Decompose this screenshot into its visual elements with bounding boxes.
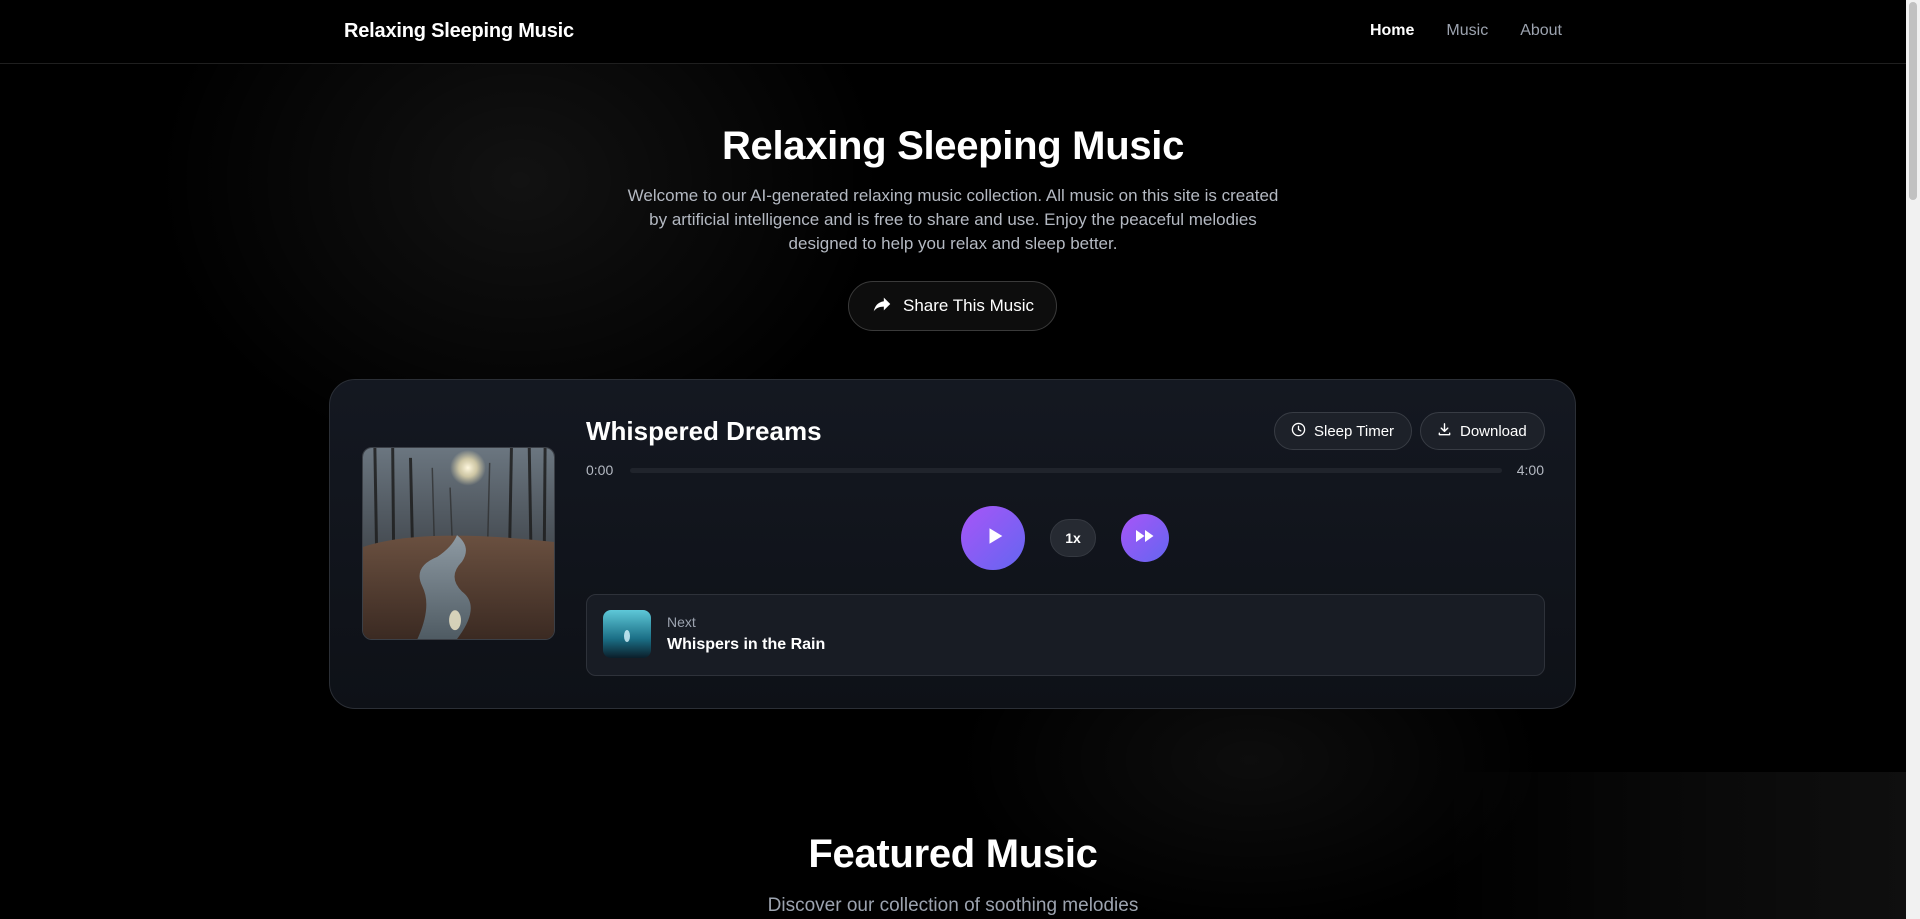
nav-link-home[interactable]: Home xyxy=(1370,22,1414,40)
nav-link-music[interactable]: Music xyxy=(1446,22,1488,40)
nav-link-about[interactable]: About xyxy=(1520,22,1562,40)
nav-links: Home Music About xyxy=(1370,22,1562,40)
next-track-title: Whispers in the Rain xyxy=(667,636,826,653)
scrollbar-thumb[interactable] xyxy=(1909,2,1917,200)
next-label: Next xyxy=(667,614,696,630)
fast-forward-icon xyxy=(1133,524,1157,553)
progress-bar[interactable] xyxy=(630,468,1502,473)
track-title: Whispered Dreams xyxy=(586,416,822,446)
page-scrollbar[interactable] xyxy=(1906,0,1920,919)
share-icon xyxy=(871,293,893,320)
music-player-card: Whispered Dreams Sleep Timer Download 0:… xyxy=(329,379,1576,709)
featured-title: Featured Music xyxy=(808,832,1098,876)
clock-icon xyxy=(1291,422,1306,441)
skip-forward-button[interactable] xyxy=(1121,514,1169,562)
hero-title: Relaxing Sleeping Music xyxy=(721,124,1185,168)
download-label: Download xyxy=(1460,422,1527,440)
share-music-button[interactable]: Share This Music xyxy=(848,281,1057,331)
site-brand[interactable]: Relaxing Sleeping Music xyxy=(344,20,574,43)
top-navbar: Relaxing Sleeping Music Home Music About xyxy=(0,0,1906,64)
featured-subtitle: Discover our collection of soothing melo… xyxy=(767,895,1139,916)
play-icon xyxy=(981,525,1006,552)
next-track-thumbnail xyxy=(603,610,651,658)
download-icon xyxy=(1437,422,1452,441)
download-button[interactable]: Download xyxy=(1420,412,1545,450)
share-music-label: Share This Music xyxy=(902,296,1034,315)
hero-description: Welcome to our AI-generated relaxing mus… xyxy=(627,186,1279,253)
current-time: 0:00 xyxy=(586,462,614,478)
next-track-card[interactable]: Next Whispers in the Rain xyxy=(586,594,1545,676)
album-cover xyxy=(362,447,555,640)
sleep-timer-label: Sleep Timer xyxy=(1314,422,1395,440)
total-time: 4:00 xyxy=(1516,462,1544,478)
sleep-timer-button[interactable]: Sleep Timer xyxy=(1274,412,1412,450)
play-button[interactable] xyxy=(961,506,1025,570)
playback-speed-button[interactable]: 1x xyxy=(1050,519,1096,557)
